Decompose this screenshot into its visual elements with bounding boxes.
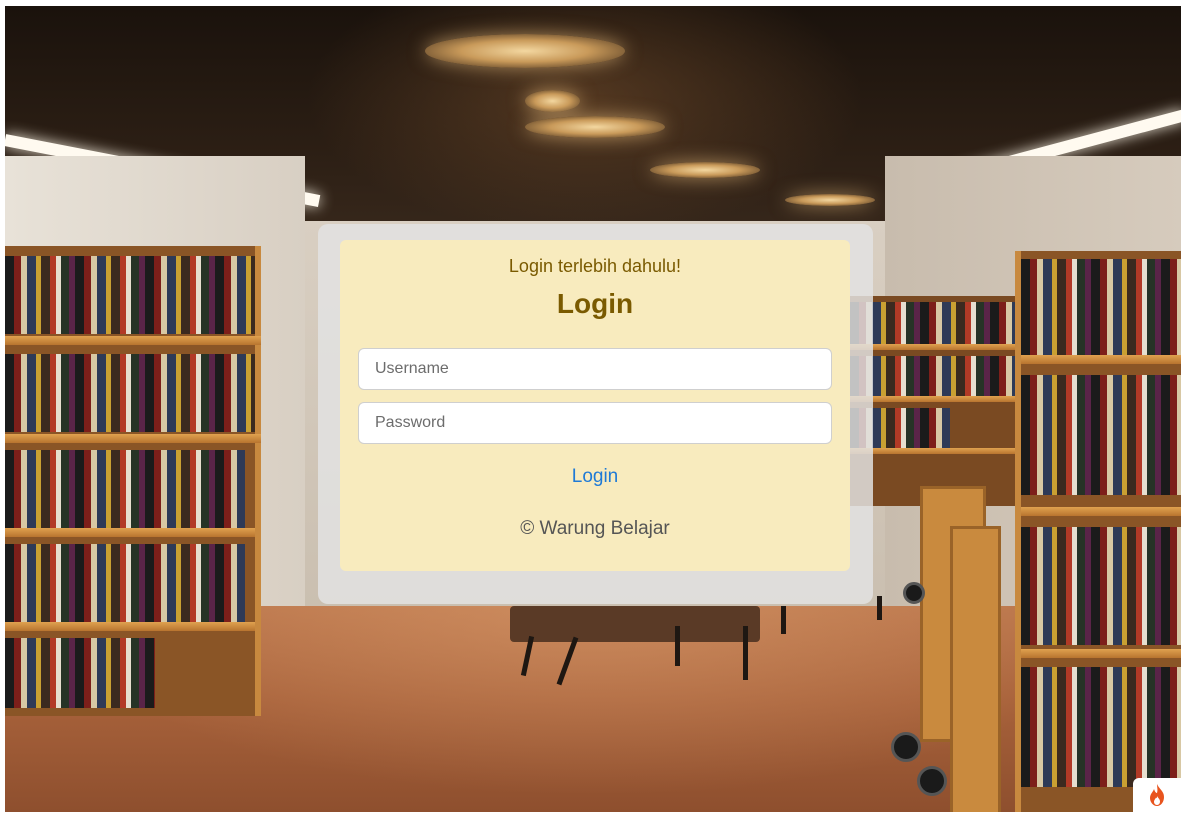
cart-wheel [903,582,925,604]
left-bookshelf [5,246,261,716]
ceiling-lamp [785,194,875,206]
reading-chair [510,606,760,642]
shelf-board [5,434,261,443]
shelf-board [850,448,1020,454]
book-row [1021,527,1181,645]
login-prompt-text: Login terlebih dahulu! [508,256,682,276]
login-submit-link[interactable]: Login [340,466,850,488]
ceiling-lamp [525,116,665,138]
cart-wheel [917,766,947,796]
shelf-board [1021,649,1181,658]
book-row [1021,667,1181,787]
ceiling-lamp [425,34,625,68]
shelf-board [850,396,1020,402]
login-page: Login terlebih dahulu! Login Login © War… [5,6,1181,812]
book-row [850,302,1020,344]
book-row [1021,375,1181,495]
flame-icon [1150,784,1164,806]
right-bookshelf [1015,251,1181,812]
shelf-board [5,622,255,631]
chair-leg [877,596,882,620]
chair-leg [781,606,786,634]
book-row [5,256,255,334]
shelf-board [1021,507,1181,516]
chair-leg [743,626,748,680]
password-input[interactable] [358,402,832,444]
login-form: Login terlebih dahulu! Login Login © War… [340,240,850,571]
shelf-board [5,528,255,537]
login-card: Login terlebih dahulu! Login Login © War… [318,224,873,604]
book-row [850,356,1020,396]
book-row [5,354,255,432]
shelf-board [1021,355,1181,364]
book-row [5,638,155,708]
copyright-footer: © Warung Belajar [520,518,670,539]
shelf-board [850,344,1020,350]
chair-leg [675,626,680,666]
book-row [5,544,245,622]
login-title: Login [556,288,634,319]
book-row [5,450,245,528]
shelf-board [5,336,261,345]
cart-wheel [891,732,921,762]
book-row [1021,259,1181,355]
book-cart [950,526,1001,812]
ceiling-lamp [525,90,580,112]
username-input[interactable] [358,348,832,390]
back-bookshelf [850,296,1020,506]
codeigniter-badge[interactable] [1133,778,1181,812]
ceiling-lamp [650,162,760,178]
